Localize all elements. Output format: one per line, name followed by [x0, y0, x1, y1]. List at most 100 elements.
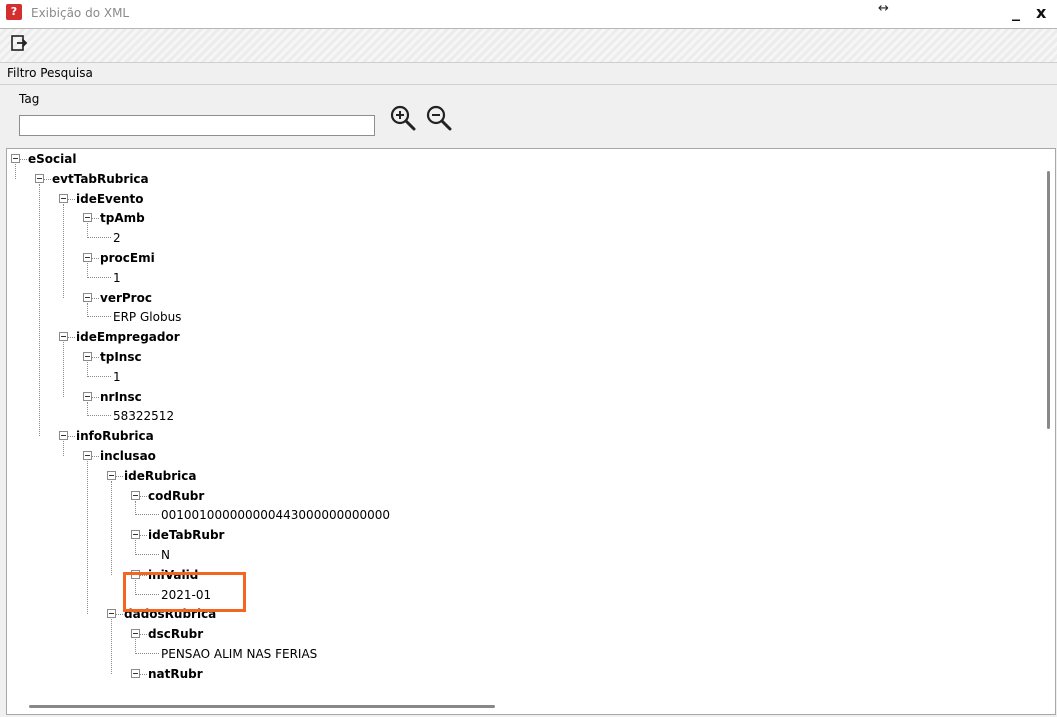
tree-connector	[87, 369, 111, 377]
tree-node-label: ideEmpregador	[76, 330, 180, 345]
tree-value-label: ERP Globus	[113, 310, 182, 325]
tree-connector	[87, 310, 111, 318]
tree-connector	[140, 673, 147, 675]
tree-guide-line	[63, 342, 64, 397]
tree-connector	[68, 436, 75, 438]
resize-icon[interactable]: ↔	[878, 1, 889, 16]
minimize-button[interactable]: _	[1012, 2, 1020, 21]
tree-node-label: tpInsc	[100, 350, 142, 364]
tree-node-label: procEmi	[100, 251, 155, 265]
tree-connector	[92, 258, 99, 259]
tree-guide-line	[111, 619, 112, 674]
tree-connector	[116, 614, 123, 616]
collapse-icon[interactable]	[83, 391, 92, 401]
tree-connector	[92, 456, 99, 457]
tree-node-label: nrInsc	[100, 389, 142, 404]
tree-value-label: PENSAO ALIM NAS FERIAS	[161, 647, 318, 661]
tree-connector	[92, 396, 99, 398]
tree-node-label: eSocial	[28, 152, 77, 166]
tree-value-label: 001001000000000443000000000000	[161, 508, 391, 523]
collapse-icon[interactable]	[131, 530, 140, 540]
tree-connector	[87, 409, 111, 417]
tree-connector	[135, 548, 159, 555]
window-title: Exibição do XML	[31, 6, 130, 20]
collapse-icon[interactable]	[83, 352, 92, 361]
tree-guide-line	[15, 164, 16, 179]
collapse-icon[interactable]	[35, 173, 44, 183]
tree-connector	[87, 231, 111, 239]
collapse-icon[interactable]	[11, 154, 20, 163]
collapse-icon[interactable]	[59, 332, 68, 342]
close-button[interactable]: x	[1036, 3, 1046, 22]
tree-node-label: dscRubr	[148, 627, 204, 642]
tag-search-input[interactable]	[19, 115, 375, 136]
tree-connector	[135, 647, 159, 654]
app-logo-icon: ?	[6, 4, 22, 20]
tree-guide-line	[87, 362, 88, 377]
collapse-icon[interactable]	[83, 451, 92, 460]
tree-guide-line	[63, 203, 64, 298]
tree-node-label: ideEvento	[76, 191, 144, 206]
vertical-scrollbar[interactable]	[1047, 171, 1050, 429]
zoom-out-icon[interactable]	[425, 104, 453, 132]
collapse-icon[interactable]	[83, 213, 92, 223]
collapse-icon[interactable]	[83, 253, 92, 262]
exit-icon[interactable]	[10, 34, 28, 52]
tree-guide-line	[87, 302, 88, 318]
tree-node-label: natRubr	[148, 666, 203, 681]
tree-connector	[92, 218, 99, 220]
collapse-icon[interactable]	[59, 193, 68, 203]
tree-connector	[68, 337, 75, 339]
tree-guide-line	[87, 223, 88, 239]
tree-guide-line	[87, 461, 88, 615]
horizontal-scrollbar[interactable]	[29, 705, 495, 708]
section-divider	[0, 84, 1057, 85]
tree-node-label: infoRubrica	[76, 429, 154, 444]
tree-value-label: 2	[113, 231, 121, 246]
collapse-icon[interactable]	[131, 629, 140, 639]
collapse-icon[interactable]	[107, 609, 116, 619]
tree-guide-line	[111, 480, 112, 575]
zoom-in-icon[interactable]	[389, 104, 417, 132]
tree-guide-line	[39, 183, 40, 437]
tree-value-label: 1	[113, 369, 121, 384]
filter-section-label: Filtro Pesquisa	[7, 66, 93, 80]
collapse-icon[interactable]	[59, 431, 68, 441]
tree-connector	[135, 508, 159, 516]
tree-node-label: verProc	[100, 290, 152, 305]
xml-tree-view[interactable]: eSocial evtTabRubrica ideEvento tpAmb 2 procE…	[6, 148, 1056, 715]
tree-connector	[140, 634, 147, 636]
tree-connector	[140, 535, 147, 537]
tree-guide-line	[135, 540, 136, 555]
tree-connector	[92, 357, 99, 358]
tree-node-label: inclusao	[100, 449, 156, 463]
tree-node-label: ideTabRubr	[148, 528, 225, 543]
tree-guide-line	[87, 263, 88, 278]
collapse-icon[interactable]	[107, 470, 116, 480]
tree-connector	[92, 297, 99, 299]
tree-value-label: 58322512	[113, 409, 175, 424]
tree-node-label: ideRubrica	[124, 468, 197, 483]
tree-connector	[44, 178, 51, 180]
tree-guide-line	[135, 639, 136, 654]
collapse-icon[interactable]	[131, 490, 140, 500]
title-bar: ? Exibição do XML ↔ _ x	[0, 0, 1057, 29]
tree-value-label: N	[161, 548, 170, 562]
tree-node-label: tpAmb	[100, 211, 145, 226]
collapse-icon[interactable]	[83, 292, 92, 302]
tree-guide-line	[63, 441, 64, 456]
tree-guide-line	[87, 401, 88, 417]
tree-node-label: codRubr	[148, 488, 205, 503]
tree-connector	[87, 270, 111, 278]
tree-guide-line	[135, 500, 136, 516]
tag-label: Tag	[19, 92, 40, 106]
toolbar	[0, 29, 1057, 63]
tree-connector	[140, 495, 147, 497]
tree-node-label: evtTabRubrica	[52, 171, 149, 186]
highlight-box	[123, 572, 246, 612]
tree-value-label: 1	[113, 270, 121, 285]
tree-connector	[68, 198, 75, 200]
tree-connector	[116, 475, 123, 477]
collapse-icon[interactable]	[131, 668, 140, 678]
tree-connector	[20, 159, 27, 160]
